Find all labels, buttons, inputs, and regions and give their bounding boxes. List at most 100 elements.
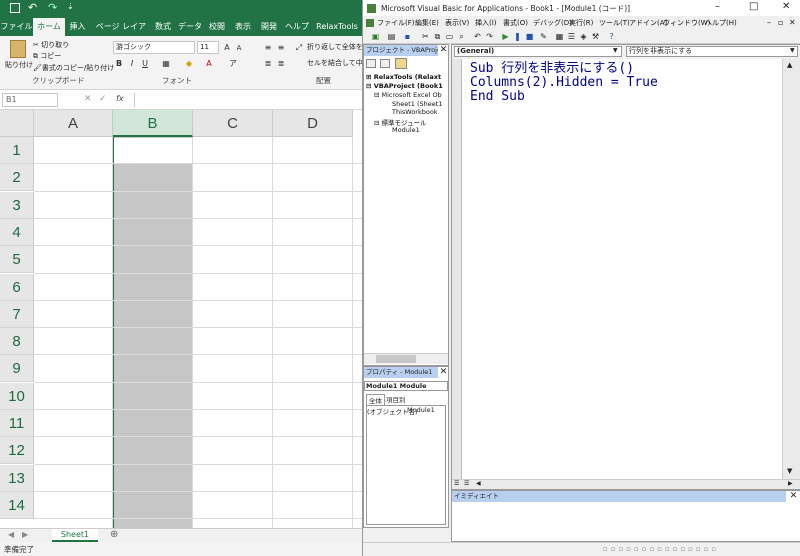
reset-icon[interactable]: ■ xyxy=(525,32,534,41)
code-editor[interactable]: Sub 行列を非表示にする() Columns(2).Hidden = True… xyxy=(462,59,782,479)
code-line-2[interactable]: Columns(2).Hidden = True xyxy=(470,76,658,90)
format-painter-button[interactable]: 🖌書式のコピー/貼り付け xyxy=(33,63,114,73)
add-sheet-icon[interactable]: ⊕ xyxy=(110,529,118,540)
menu-window[interactable]: ウィンドウ(W) xyxy=(663,16,710,30)
project-hscroll-thumb[interactable] xyxy=(376,355,416,363)
save-icon[interactable] xyxy=(10,3,20,13)
tab-insert[interactable]: 挿入 xyxy=(65,18,90,36)
row-header-8[interactable]: 8 xyxy=(0,328,34,356)
active-cell-b1[interactable] xyxy=(114,138,192,164)
font-color-icon[interactable]: A xyxy=(203,58,215,70)
shrink-font-icon[interactable]: A xyxy=(233,42,245,54)
procedure-combo-arrow-icon[interactable]: ▼ xyxy=(790,47,795,54)
column-header-c[interactable]: C xyxy=(193,110,273,137)
column-header-d[interactable]: D xyxy=(273,110,353,137)
underline-button[interactable]: U xyxy=(139,58,151,70)
row-header-4[interactable]: 4 xyxy=(0,218,34,246)
code-vscrollbar[interactable]: ▲ ▼ xyxy=(782,59,800,479)
view-object-icon[interactable] xyxy=(380,59,390,68)
tab-data[interactable]: データ xyxy=(178,18,202,36)
redo-vbe-icon[interactable]: ↷ xyxy=(485,32,494,41)
menu-file[interactable]: ファイル(F) xyxy=(377,16,415,30)
properties-icon[interactable]: ☰ xyxy=(567,32,576,41)
row-header-6[interactable]: 6 xyxy=(0,273,34,301)
row-header-5[interactable]: 5 xyxy=(0,246,34,274)
mdi-minimize-icon[interactable]: – xyxy=(767,18,771,27)
row-header-13[interactable]: 13 xyxy=(0,464,34,492)
menu-help[interactable]: ヘルプ(H) xyxy=(705,16,737,30)
menu-view[interactable]: 表示(V) xyxy=(445,16,469,30)
copy-icon[interactable]: ⧉ xyxy=(433,32,442,41)
align-left-icon[interactable]: ≣ xyxy=(262,58,274,70)
select-all-button[interactable] xyxy=(0,110,34,137)
menu-run[interactable]: 実行(R) xyxy=(569,16,593,30)
run-icon[interactable]: ▶ xyxy=(501,32,510,41)
row-header-10[interactable]: 10 xyxy=(0,382,34,410)
row-header-1[interactable]: 1 xyxy=(0,137,34,164)
borders-icon[interactable]: ▦ xyxy=(160,58,172,70)
menu-edit[interactable]: 編集(E) xyxy=(415,16,439,30)
tab-file[interactable]: ファイル xyxy=(0,18,33,36)
name-box[interactable]: B1 xyxy=(2,93,58,107)
italic-button[interactable]: I xyxy=(126,58,138,70)
tree-module1[interactable]: Module1 xyxy=(392,126,420,134)
scroll-hright-icon[interactable]: ▶ xyxy=(788,480,793,487)
menu-insert[interactable]: 挿入(I) xyxy=(475,16,497,30)
grow-font-icon[interactable]: A xyxy=(221,42,233,54)
design-mode-icon[interactable]: ✎ xyxy=(539,32,548,41)
insert-module-icon[interactable]: ▤ xyxy=(387,32,396,41)
scroll-down-icon[interactable]: ▼ xyxy=(787,467,792,475)
view-excel-icon[interactable]: ▣ xyxy=(371,32,380,41)
cut-icon[interactable]: ✂ xyxy=(421,32,430,41)
tab-developer[interactable]: 開発 xyxy=(258,18,280,36)
tree-relaxtools[interactable]: ⊞ RelaxTools (Relaxt xyxy=(366,73,441,81)
minimize-icon[interactable]: – xyxy=(715,1,720,12)
code-line-1[interactable]: Sub 行列を非表示にする() xyxy=(470,62,634,76)
immediate-close-icon[interactable]: ✕ xyxy=(788,491,799,502)
find-icon[interactable]: ⌕ xyxy=(457,32,466,41)
maximize-icon[interactable]: □ xyxy=(749,1,758,12)
project-explorer-close-icon[interactable]: ✕ xyxy=(438,45,449,56)
help-icon[interactable]: ? xyxy=(607,32,616,41)
qat-customize-icon[interactable]: ⇣ xyxy=(67,2,74,11)
property-name-value[interactable]: Module1 xyxy=(407,406,435,414)
tab-review[interactable]: 校閲 xyxy=(206,18,228,36)
menu-tools[interactable]: ツール(T) xyxy=(599,16,630,30)
tab-page-layout[interactable]: ページ レイアウト xyxy=(92,18,150,49)
code-hscrollbar[interactable]: ☰ ☰ ◀ ▶ xyxy=(452,479,800,489)
tab-view[interactable]: 表示 xyxy=(232,18,254,36)
tree-thisworkbook[interactable]: ThisWorkbook xyxy=(392,108,438,116)
properties-close-icon[interactable]: ✕ xyxy=(438,367,449,378)
scroll-hleft-icon[interactable]: ◀ xyxy=(476,480,481,487)
align-middle-icon[interactable]: ≡ xyxy=(275,42,287,54)
object-combo[interactable]: (General) xyxy=(454,46,622,57)
row-header-14[interactable]: 14 xyxy=(0,491,34,519)
break-icon[interactable]: ❚ xyxy=(513,32,522,41)
row-header-3[interactable]: 3 xyxy=(0,191,34,219)
formula-input[interactable] xyxy=(134,93,362,107)
paste-vbe-icon[interactable]: ▭ xyxy=(445,32,454,41)
close-icon[interactable]: ✕ xyxy=(782,1,790,12)
paste-icon[interactable] xyxy=(10,40,26,58)
font-size-select[interactable]: 11 xyxy=(197,41,219,54)
insert-function-icon[interactable]: fx xyxy=(116,94,124,103)
scroll-up-icon[interactable]: ▲ xyxy=(787,61,792,69)
mdi-close-icon[interactable]: ✕ xyxy=(789,18,796,27)
font-name-select[interactable]: 游ゴシック xyxy=(113,41,195,54)
immediate-input[interactable] xyxy=(452,502,800,541)
undo-icon[interactable]: ↶ xyxy=(28,1,37,14)
properties-object-select[interactable]: Module1 Module xyxy=(364,381,448,391)
copy-button[interactable]: ⧉ コピー xyxy=(33,51,61,61)
cancel-icon[interactable]: ✕ xyxy=(84,94,92,104)
tree-vbaproject[interactable]: ⊟ VBAProject (Book1 xyxy=(366,82,443,90)
scroll-right-icon[interactable]: ▶ xyxy=(22,530,28,539)
column-header-a[interactable]: A xyxy=(34,110,113,137)
row-header-9[interactable]: 9 xyxy=(0,355,34,383)
procedure-view-icon[interactable]: ☰ xyxy=(454,480,459,487)
tree-sheet1[interactable]: Sheet1 (Sheet1 xyxy=(392,100,442,108)
tab-relaxtools[interactable]: RelaxTools xyxy=(314,18,360,36)
row-header-7[interactable]: 7 xyxy=(0,300,34,328)
toggle-folders-icon[interactable] xyxy=(395,58,407,69)
properties-tab-all[interactable]: 全体 xyxy=(366,394,385,405)
code-line-3[interactable]: End Sub xyxy=(470,90,525,104)
